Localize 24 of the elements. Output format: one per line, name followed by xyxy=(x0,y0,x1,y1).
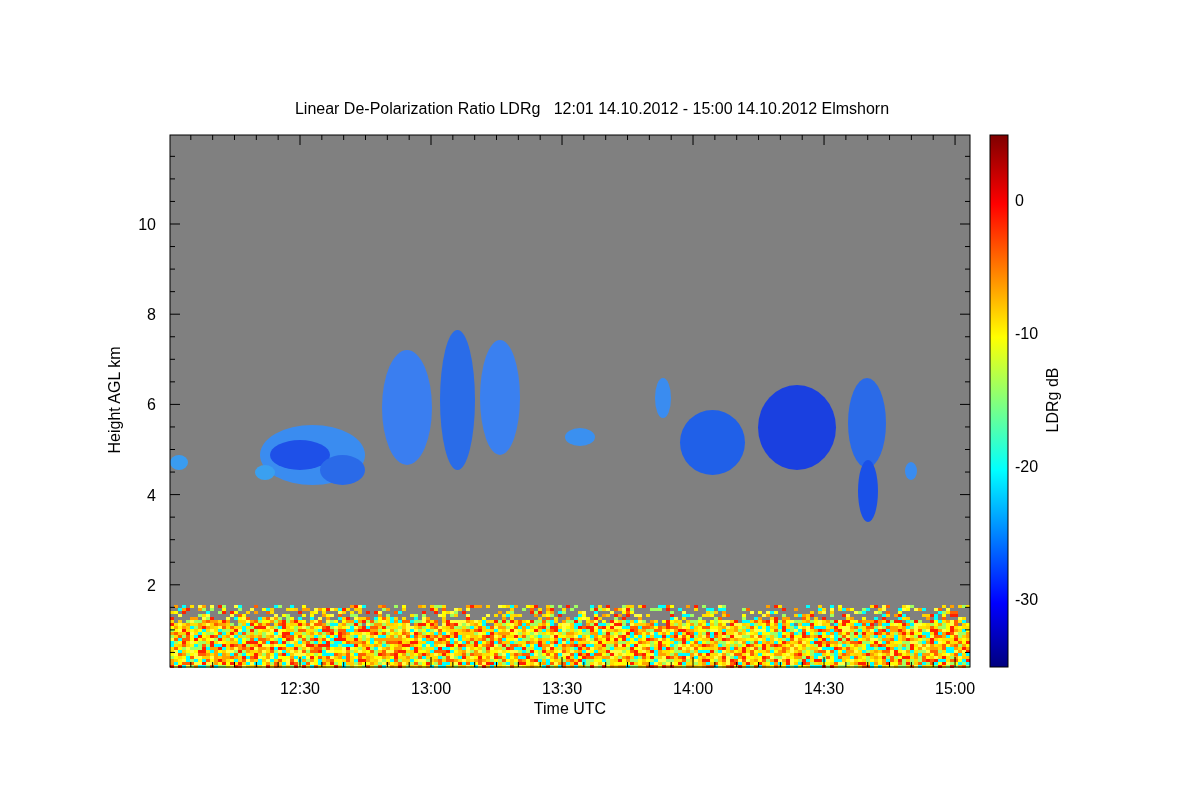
chart-title: Linear De-Polarization Ratio LDRg 12:01 14.10.2012 - 15:00 14.10.2012 Elmshorn xyxy=(294,100,890,117)
x-tick-label: 13:00 xyxy=(411,680,452,697)
colorbar-tick-label: -30 xyxy=(1015,591,1039,608)
colorbar-tick-label: 0 xyxy=(1015,192,1024,209)
colorbar-label: LDRg dB xyxy=(1044,367,1061,433)
cloud-echo xyxy=(655,378,671,418)
y-tick-label: 8 xyxy=(147,306,156,324)
x-tick-label: 12:30 xyxy=(280,680,320,697)
y-tick-label: 4 xyxy=(147,486,156,504)
y-tick-label: 10 xyxy=(138,216,156,233)
y-tick-label: 2 xyxy=(147,576,156,594)
y-axis-label: Height AGL km xyxy=(106,346,123,454)
x-tick-label: 15:00 xyxy=(935,680,976,697)
colorbar-tick-label: -20 xyxy=(1015,458,1039,475)
x-tick-label: 14:00 xyxy=(673,680,714,697)
cloud-echo xyxy=(565,428,595,446)
x-tick-label: 13:30 xyxy=(542,680,583,697)
cloud-echo xyxy=(905,462,917,480)
x-axis-label: Time UTC xyxy=(533,700,607,717)
y-tick-label: 6 xyxy=(147,396,156,414)
colorbar-tick-label: -10 xyxy=(1015,325,1039,342)
x-tick-label: 14:30 xyxy=(804,680,845,697)
cloud-echo xyxy=(170,455,188,470)
cloud-echo xyxy=(680,410,745,475)
